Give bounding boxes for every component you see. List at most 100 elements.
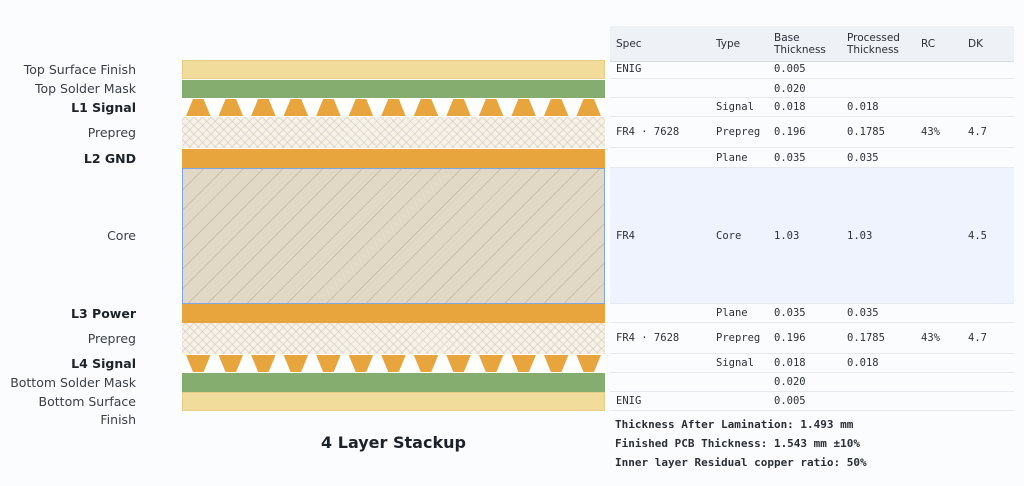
signal-trace [283,99,309,116]
cell-base-thickness: 0.005 [774,395,806,407]
signal-trace [511,99,536,116]
signal-trace [218,355,244,372]
cell-dk: 4.7 [968,126,987,138]
cell-spec: ENIG [616,63,642,75]
cell-spec: ENIG [616,395,642,407]
cell-type: Plane [716,307,748,319]
signal-trace [316,355,341,372]
table-row: Signal 0.018 0.018 [610,354,1014,373]
cell-processed-thickness: 0.018 [847,101,879,113]
table-row: Signal 0.018 0.018 [610,98,1014,117]
signal-trace [478,355,504,372]
cell-rc: 43% [921,126,940,138]
layer-label: Prepreg [87,124,136,140]
lamination-thickness: Thickness After Lamination: 1.493 mm [615,418,854,431]
layer-label: L3 Power [71,305,136,321]
solder-mask-layer [182,80,605,98]
signal-trace [316,99,341,116]
cell-type: Core [716,229,742,242]
signal-trace [511,355,536,372]
finished-thickness: Finished PCB Thickness: 1.543 mm ±10% [615,437,861,450]
cell-base-thickness: 0.018 [774,357,806,369]
cell-base-thickness: 0.018 [774,101,806,113]
layer-label: Top Surface Finish [23,61,136,77]
copper-plane-layer [182,149,605,168]
residual-copper-ratio: Inner layer Residual copper ratio: 50% [615,456,867,469]
cell-rc: 43% [921,332,940,344]
stackup-table: Spec Type Base Thickness Processed Thick… [610,26,1014,412]
signal-trace [478,99,504,116]
cell-processed-thickness: 0.018 [847,357,879,369]
signal-layer [182,354,605,373]
signal-trace [446,99,471,116]
signal-trace [251,355,276,372]
header-processed-thickness: Processed Thickness [847,31,900,56]
cell-processed-thickness: 0.1785 [847,126,885,138]
stackup-title: 4 Layer Stackup [321,433,466,452]
prepreg-layer [182,117,605,148]
header-dk: DK [968,37,983,50]
cell-type: Plane [716,152,748,164]
signal-trace [381,355,406,372]
cell-spec: FR4 [616,229,635,242]
core-layer [182,168,605,304]
table-row: FR4 Core 1.03 1.03 4.5 [610,168,1014,304]
prepreg-layer [182,323,605,354]
cell-processed-thickness: 1.03 [847,229,873,242]
cell-dk: 4.7 [968,332,987,344]
signal-trace [283,355,309,372]
cell-base-thickness: 0.035 [774,307,806,319]
signal-trace [446,355,471,372]
cell-processed-thickness: 0.1785 [847,332,885,344]
cell-type: Prepreg [716,126,761,138]
cell-spec: FR4 · 7628 [616,126,680,138]
signal-trace [413,99,439,116]
signal-trace [348,355,374,372]
cell-type: Prepreg [716,332,761,344]
table-row: Plane 0.035 0.035 [610,304,1014,323]
cell-type: Signal [716,357,754,369]
table-row: 0.020 [610,373,1014,392]
layer-label: L4 Signal [71,355,136,371]
layer-label: Top Solder Mask [34,81,136,96]
layer-label: Prepreg [87,330,136,346]
cell-type: Signal [716,101,754,113]
signal-trace [543,99,569,116]
signal-trace [251,99,276,116]
layer-label: Bottom Surface Finish [38,393,136,427]
cell-base-thickness: 0.196 [774,332,806,344]
header-spec: Spec [616,37,642,50]
table-row: FR4 · 7628 Prepreg 0.196 0.1785 43% 4.7 [610,323,1014,354]
table-row: ENIG 0.005 [610,392,1014,411]
signal-trace [576,99,601,116]
signal-trace [218,99,244,116]
cell-base-thickness: 0.035 [774,152,806,164]
layer-label: L1 Signal [71,99,136,115]
header-rc: RC [921,37,936,50]
header-type: Type [716,37,741,50]
layer-label: L2 GND [83,150,136,166]
header-base-thickness: Base Thickness [774,31,826,56]
signal-trace [576,355,601,372]
cell-base-thickness: 0.020 [774,82,806,95]
signal-trace [186,99,211,116]
copper-plane-layer [182,304,605,323]
signal-layer [182,98,605,117]
layer-label: Core [107,228,136,243]
cell-base-thickness: 0.020 [774,376,806,388]
cell-base-thickness: 0.005 [774,63,806,75]
signal-trace [186,355,211,372]
surface-finish-layer [182,60,605,79]
table-row: Plane 0.035 0.035 [610,149,1014,168]
table-row: ENIG 0.005 [610,60,1014,79]
table-row: FR4 · 7628 Prepreg 0.196 0.1785 43% 4.7 [610,117,1014,148]
cell-processed-thickness: 0.035 [847,152,879,164]
signal-trace [381,99,406,116]
cell-processed-thickness: 0.035 [847,307,879,319]
cell-base-thickness: 0.196 [774,126,806,138]
signal-trace [413,355,439,372]
signal-trace [543,355,569,372]
solder-mask-layer [182,373,605,392]
table-row: 0.020 [610,80,1014,98]
surface-finish-layer [182,392,605,411]
